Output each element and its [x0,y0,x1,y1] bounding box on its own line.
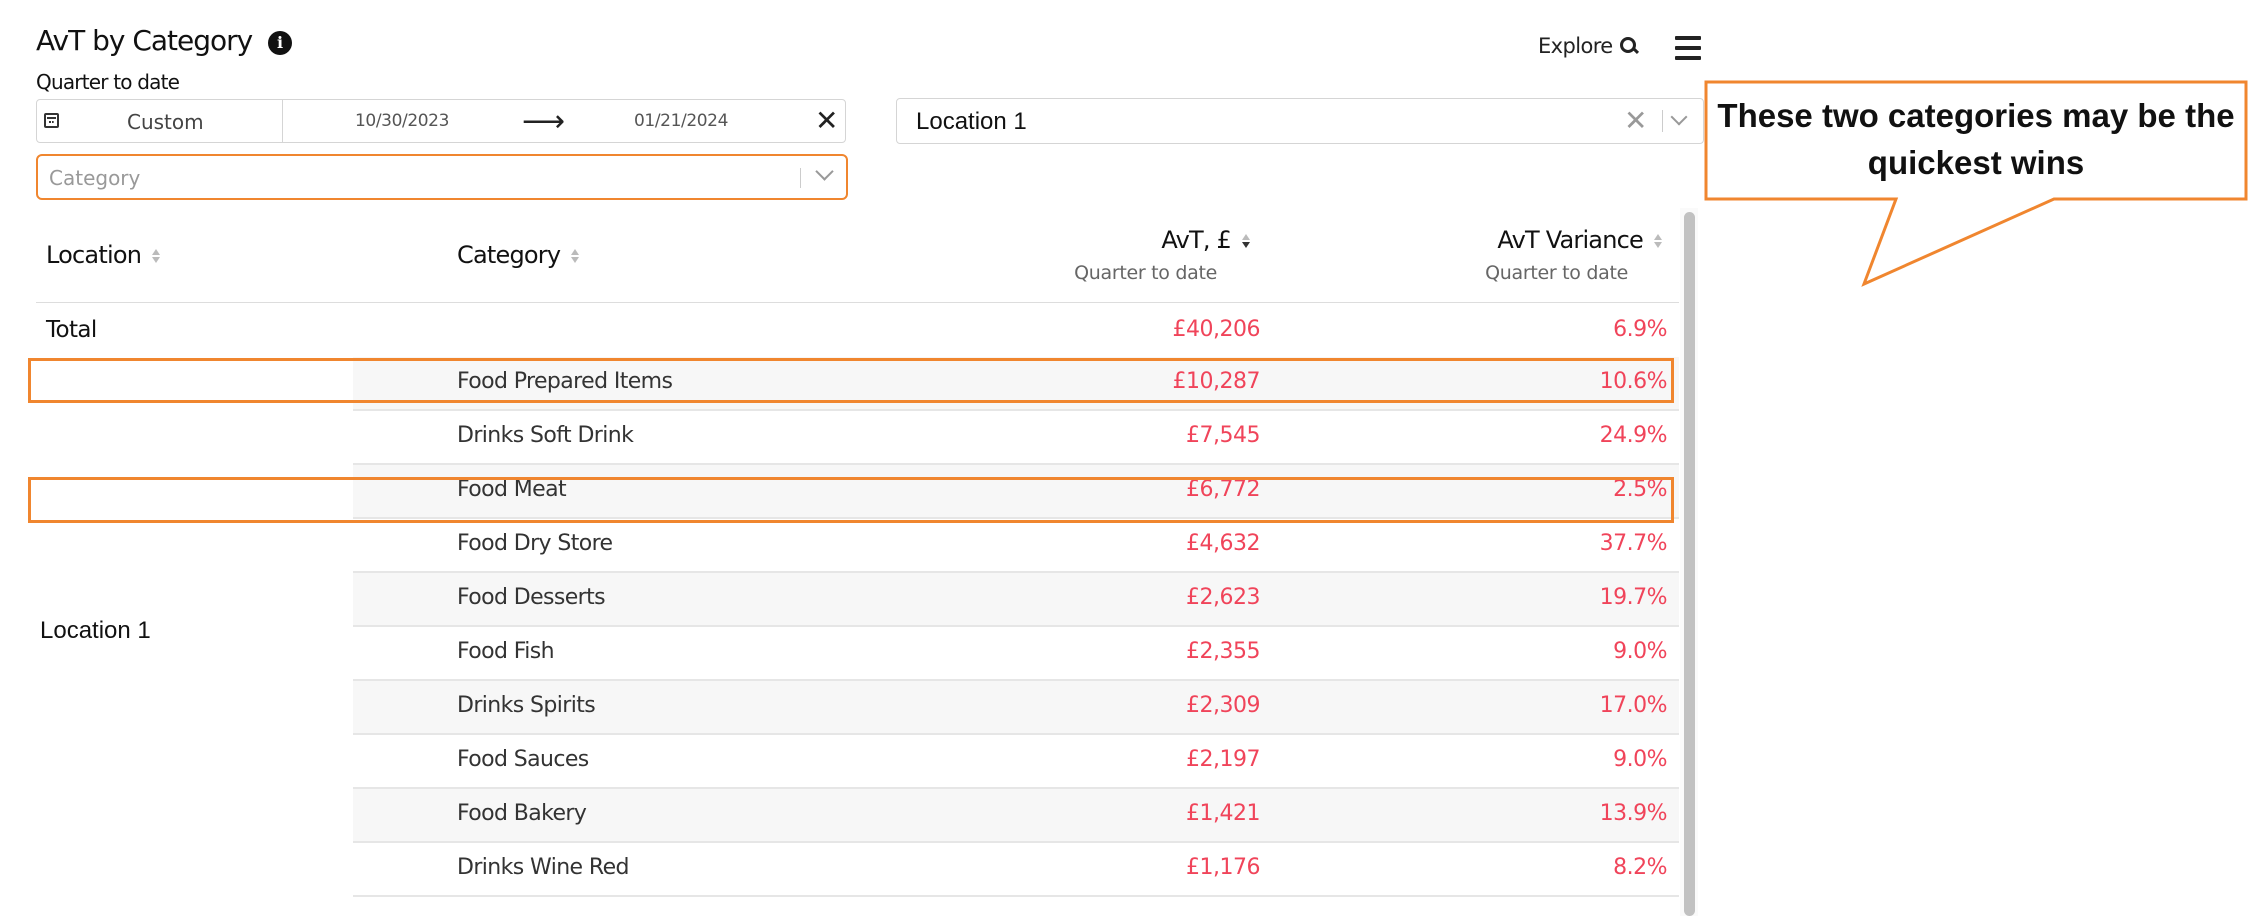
callout-text: These two categories may be the quickest… [1717,97,2235,181]
